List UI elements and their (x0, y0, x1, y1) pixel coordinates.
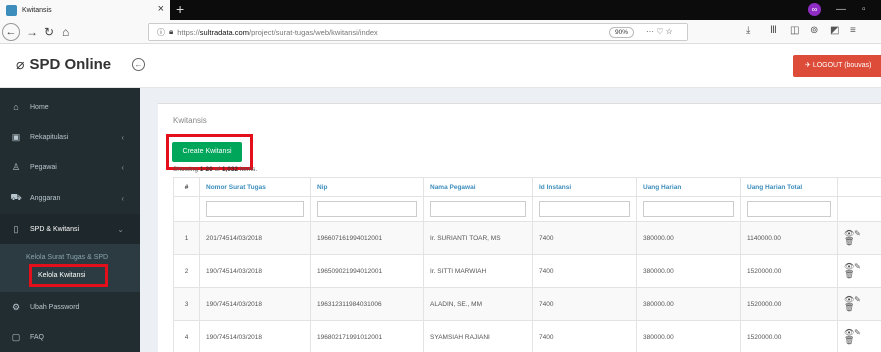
edit-icon[interactable]: ✎ (854, 262, 861, 271)
filter-row (173, 196, 881, 222)
filter-uang-total-input[interactable] (747, 201, 831, 217)
sidebar-item-home[interactable]: ⌂ Home (0, 92, 140, 122)
back-icon[interactable]: ← (2, 23, 20, 41)
table-row: 2 190/74514/03/2018 196509021994012001 I… (173, 254, 881, 288)
library-icon[interactable]: Ⅲ (770, 25, 777, 36)
edit-icon[interactable]: ✎ (854, 229, 861, 238)
extension-icon[interactable]: ⊚ (810, 25, 818, 36)
home-browser-icon[interactable]: ⌂ (62, 23, 69, 41)
lock-icon: 🔒︎ (169, 27, 174, 36)
url-text: https://sultradata.com/project/surat-tug… (177, 27, 378, 37)
delete-icon[interactable]: 🗑︎ (844, 237, 854, 246)
filter-uang-harian-input[interactable] (643, 201, 734, 217)
sidebar-item-pegawai[interactable]: ♙ Pegawai ‹ (0, 152, 140, 182)
edit-icon[interactable]: ✎ (854, 295, 861, 304)
private-mask-icon: ∞ (808, 3, 821, 16)
sidebar-item-anggaran[interactable]: ⛟ Anggaran ‹ (0, 183, 140, 213)
kwitansi-table: # Nomor Surat Tugas Nip Nama Pegawai Id … (173, 177, 881, 352)
file-icon: ▯ (13, 223, 19, 234)
col-header-nip[interactable]: Nip (310, 177, 424, 197)
sidebar-item-rekapitulasi[interactable]: ▣ Rekapitulasi ‹ (0, 122, 140, 152)
feather-icon: ⌀ (16, 56, 25, 72)
tab-title: Kwitansis (22, 6, 52, 14)
sidebar-toggle-icon[interactable]: ◫ (790, 25, 799, 36)
reload-icon[interactable]: ↻ (44, 23, 54, 41)
delete-icon[interactable]: 🗑︎ (844, 270, 854, 279)
logout-button[interactable]: ✈ LOGOUT (bouvas) (793, 55, 881, 77)
browser-tab[interactable]: Kwitansis × (0, 0, 170, 20)
cart-icon: ⛟ (10, 192, 22, 202)
chevron-left-icon: ‹ (121, 162, 124, 172)
menu-icon[interactable]: ≡ (850, 25, 856, 36)
sidebar-item-spd-kwitansi[interactable]: ▯ SPD & Kwitansi ⌄ (0, 214, 140, 244)
col-header-uang-total[interactable]: Uang Harian Total (740, 177, 838, 197)
brand-logo[interactable]: ⌀ SPD Online (16, 56, 111, 73)
delete-icon[interactable]: 🗑︎ (844, 303, 854, 312)
table-row: 3 190/74514/03/2018 196312311984031006 A… (173, 287, 881, 321)
download-icon[interactable]: ⤓ (746, 25, 750, 36)
users-icon: ♙ (11, 161, 21, 172)
highlight-box-sidebar (29, 264, 108, 287)
col-header-uang-harian[interactable]: Uang Harian (636, 177, 741, 197)
delete-icon[interactable]: 🗑︎ (844, 336, 854, 345)
table-header-row: # Nomor Surat Tugas Nip Nama Pegawai Id … (173, 177, 881, 197)
page-actions-icon[interactable]: ··· ♡ ☆ (646, 27, 673, 36)
table-row: 4 190/74514/03/2018 196802171991012001 S… (173, 320, 881, 352)
browser-tabbar: Kwitansis × + ∞ — ▫ (0, 0, 881, 20)
col-header-nomor[interactable]: Nomor Surat Tugas (199, 177, 311, 197)
chevron-left-icon: ‹ (121, 132, 124, 142)
sidebar-subitem-surat-tugas[interactable]: Kelola Surat Tugas & SPD (26, 254, 108, 261)
gear-icon: ⚙ (11, 301, 21, 312)
browser-navbar: ← → ↻ ⌂ ⓘ 🔒︎ https://sultradata.com/proj… (0, 20, 881, 44)
page-title: Kwitansis (173, 116, 207, 125)
square-icon: ▢ (11, 331, 21, 342)
filter-nip-input[interactable] (317, 201, 417, 217)
sidebar-collapse-icon[interactable]: ← (132, 58, 145, 71)
col-header-instansi[interactable]: Id Instansi (532, 177, 637, 197)
highlight-box-create (166, 134, 253, 170)
summary-text: Showing 1-20 of 1,032 items. (173, 166, 258, 173)
col-header-nama[interactable]: Nama Pegawai (423, 177, 533, 197)
chevron-left-icon: ‹ (121, 193, 124, 203)
edit-icon[interactable]: ✎ (854, 328, 861, 337)
home-icon: ⌂ (13, 102, 19, 112)
sidebar-item-faq[interactable]: ▢ FAQ (0, 322, 140, 352)
table-row: 1 201/74514/03/2018 196607161994012001 I… (173, 221, 881, 255)
close-tab-icon[interactable]: × (158, 3, 164, 15)
forward-icon[interactable]: → (26, 23, 38, 41)
favicon-icon (6, 4, 17, 16)
extension2-icon[interactable]: ◩ (830, 25, 839, 36)
filter-nama-input[interactable] (430, 201, 526, 217)
zoom-indicator[interactable]: 90% (609, 27, 635, 38)
sidebar-item-ubah-password[interactable]: ⚙ Ubah Password (0, 292, 140, 322)
url-bar[interactable]: ⓘ 🔒︎ https://sultradata.com/project/sura… (148, 23, 688, 41)
chevron-down-icon: ⌄ (117, 224, 124, 234)
filter-nomor-input[interactable] (206, 201, 304, 217)
maximize-icon[interactable]: ▫ (862, 4, 866, 15)
col-header-index: # (173, 177, 200, 197)
filter-instansi-input[interactable] (539, 201, 630, 217)
app-header: ⌀ SPD Online ← ✈ LOGOUT (bouvas) (0, 44, 881, 88)
minimize-icon[interactable]: — (836, 4, 846, 15)
col-header-actions (837, 177, 881, 197)
info-icon[interactable]: ⓘ (157, 27, 165, 38)
chart-icon: ▣ (11, 131, 21, 142)
new-tab-icon[interactable]: + (176, 1, 184, 17)
